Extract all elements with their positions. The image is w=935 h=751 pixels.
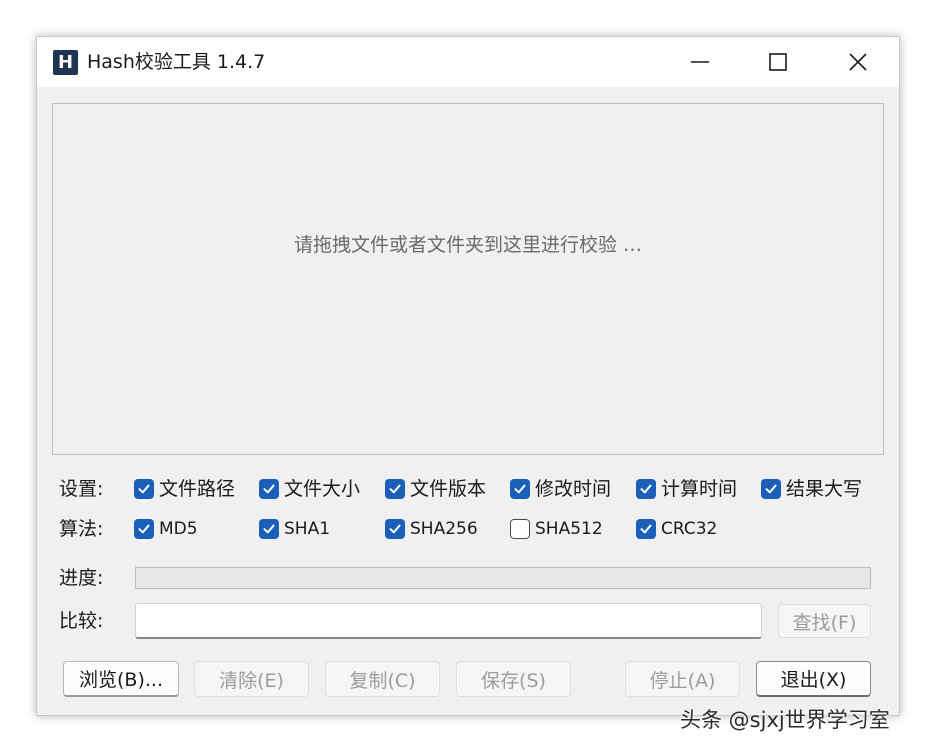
checkbox-crc32[interactable]: CRC32 bbox=[636, 517, 717, 541]
checkbox-box bbox=[259, 519, 279, 539]
maximize-icon bbox=[769, 53, 787, 71]
file-drop-zone[interactable]: 请拖拽文件或者文件夹到这里进行校验 … bbox=[52, 103, 884, 455]
title-bar[interactable]: H Hash校验工具 1.4.7 bbox=[37, 37, 899, 87]
checkbox-modified-time[interactable]: 修改时间 bbox=[510, 477, 611, 501]
check-icon bbox=[138, 524, 150, 534]
maximize-button[interactable] bbox=[743, 37, 813, 87]
checkbox-sha256[interactable]: SHA256 bbox=[385, 517, 478, 541]
clear-button[interactable]: 清除(E) bbox=[194, 661, 309, 697]
compare-input[interactable] bbox=[135, 603, 762, 639]
checkbox-box bbox=[134, 519, 154, 539]
checkbox-label: 文件路径 bbox=[159, 478, 236, 500]
check-icon bbox=[389, 484, 401, 494]
find-button[interactable]: 查找(F) bbox=[778, 604, 871, 638]
checkbox-sha512[interactable]: SHA512 bbox=[510, 517, 603, 541]
checkbox-label: SHA1 bbox=[284, 519, 331, 539]
browse-button[interactable]: 浏览(B)... bbox=[63, 661, 179, 697]
checkbox-file-path[interactable]: 文件路径 bbox=[134, 477, 235, 501]
checkbox-sha1[interactable]: SHA1 bbox=[259, 517, 330, 541]
settings-row: 设置: 文件路径 文件大小 文件版本 修改时间 计算时间 结果大写 bbox=[59, 476, 879, 502]
check-icon bbox=[263, 484, 275, 494]
checkbox-box bbox=[510, 479, 530, 499]
checkbox-md5[interactable]: MD5 bbox=[134, 517, 198, 541]
close-button[interactable] bbox=[823, 37, 893, 87]
checkbox-compute-time[interactable]: 计算时间 bbox=[636, 477, 737, 501]
drop-hint: 请拖拽文件或者文件夹到这里进行校验 … bbox=[293, 234, 643, 256]
save-button[interactable]: 保存(S) bbox=[456, 661, 571, 697]
check-icon bbox=[263, 524, 275, 534]
checkbox-box bbox=[259, 479, 279, 499]
copy-button[interactable]: 复制(C) bbox=[325, 661, 440, 697]
checkbox-box bbox=[385, 479, 405, 499]
progress-label: 进度: bbox=[59, 567, 104, 589]
checkbox-file-version[interactable]: 文件版本 bbox=[385, 477, 486, 501]
checkbox-box bbox=[636, 479, 656, 499]
checkbox-box bbox=[761, 479, 781, 499]
settings-label: 设置: bbox=[59, 478, 104, 500]
stop-button[interactable]: 停止(A) bbox=[625, 661, 740, 697]
compare-label: 比较: bbox=[59, 610, 104, 632]
app-window: H Hash校验工具 1.4.7 请拖拽文件或者文件夹到这里进行校验 … 设置:… bbox=[36, 36, 900, 716]
minimize-button[interactable] bbox=[665, 37, 735, 87]
app-icon: H bbox=[53, 50, 78, 75]
checkbox-label: 修改时间 bbox=[535, 478, 612, 500]
checkbox-box bbox=[134, 479, 154, 499]
checkbox-label: 文件版本 bbox=[410, 478, 487, 500]
minimize-icon bbox=[691, 61, 709, 63]
progress-bar bbox=[135, 567, 871, 589]
checkbox-box bbox=[510, 519, 530, 539]
checkbox-box bbox=[636, 519, 656, 539]
checkbox-uppercase-result[interactable]: 结果大写 bbox=[761, 477, 862, 501]
check-icon bbox=[514, 484, 526, 494]
algorithms-row: 算法: MD5 SHA1 SHA256 SHA512 CRC32 bbox=[59, 516, 879, 542]
checkbox-label: 文件大小 bbox=[284, 478, 361, 500]
check-icon bbox=[138, 484, 150, 494]
check-icon bbox=[640, 524, 652, 534]
checkbox-label: SHA512 bbox=[535, 519, 603, 539]
window-title: Hash校验工具 1.4.7 bbox=[87, 51, 266, 73]
close-icon bbox=[849, 53, 867, 71]
checkbox-box bbox=[385, 519, 405, 539]
exit-button[interactable]: 退出(X) bbox=[756, 661, 871, 697]
checkbox-label: CRC32 bbox=[661, 519, 718, 539]
checkbox-label: 结果大写 bbox=[786, 478, 863, 500]
watermark-text: 头条 @sjxj世界学习室 bbox=[680, 708, 890, 732]
check-icon bbox=[389, 524, 401, 534]
check-icon bbox=[765, 484, 777, 494]
checkbox-label: 计算时间 bbox=[661, 478, 738, 500]
checkbox-label: SHA256 bbox=[410, 519, 478, 539]
checkbox-label: MD5 bbox=[159, 519, 198, 539]
algorithms-label: 算法: bbox=[59, 518, 104, 540]
check-icon bbox=[640, 484, 652, 494]
checkbox-file-size[interactable]: 文件大小 bbox=[259, 477, 360, 501]
